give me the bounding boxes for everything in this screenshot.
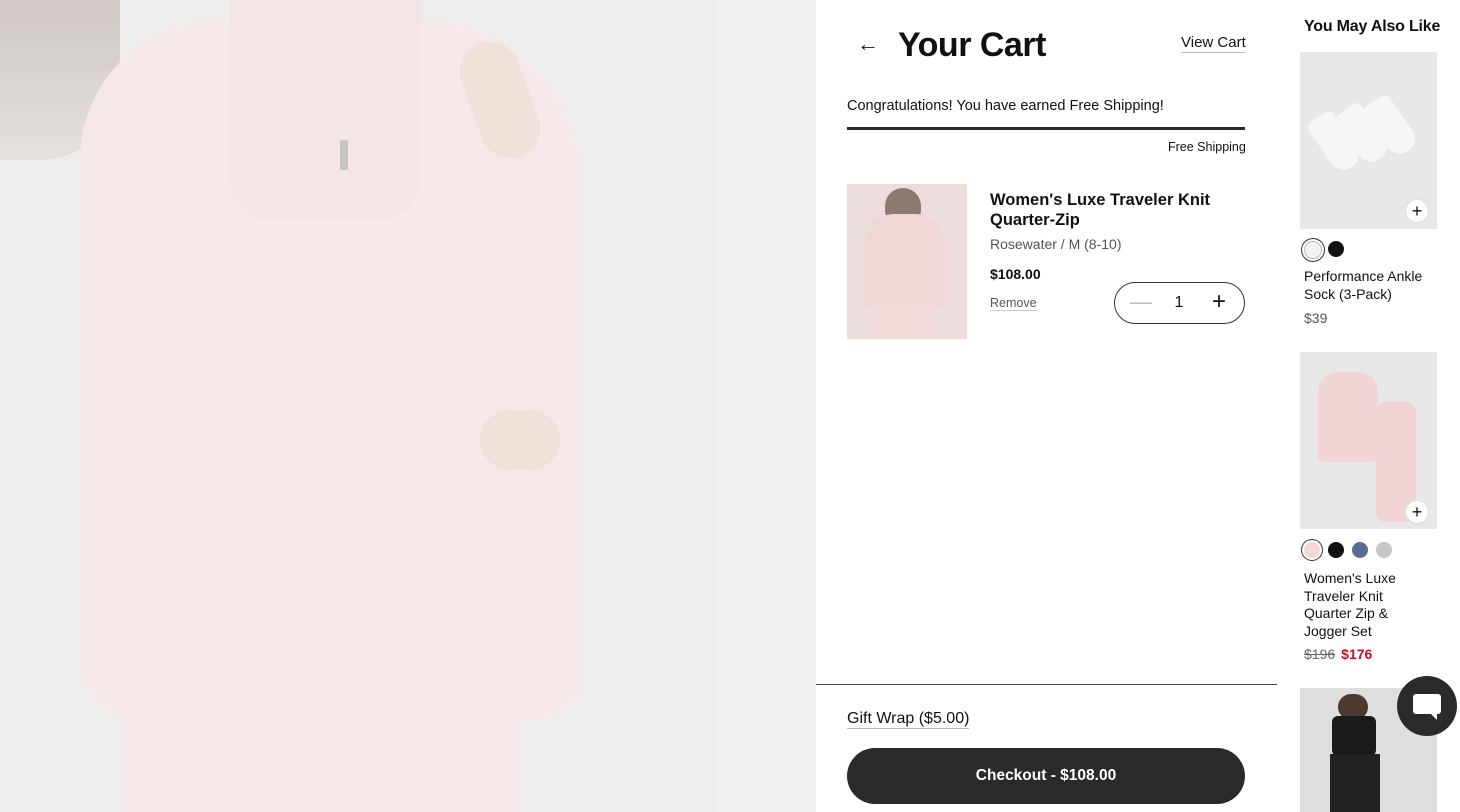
free-shipping-message: Congratulations! You have earned Free Sh…	[847, 98, 1164, 114]
color-swatch[interactable]	[1352, 542, 1368, 558]
original-price: $196	[1304, 646, 1336, 662]
gift-wrap-link[interactable]: Gift Wrap ($5.00)	[847, 710, 970, 729]
image-leggings	[1330, 754, 1380, 812]
image-tank-top	[1332, 716, 1376, 756]
free-shipping-progress-bar	[847, 127, 1245, 130]
cart-footer-divider	[816, 684, 1277, 685]
quantity-value: 1	[1174, 294, 1184, 311]
overlay-scrim[interactable]	[0, 0, 816, 812]
checkout-button[interactable]: Checkout - $108.00	[847, 748, 1245, 804]
arrow-left-icon[interactable]: ←	[856, 32, 880, 56]
color-swatch[interactable]	[1304, 241, 1322, 259]
color-swatch[interactable]	[1328, 241, 1344, 257]
color-swatch[interactable]	[1376, 542, 1392, 558]
product-hero-image	[0, 0, 816, 812]
plus-icon[interactable]: +	[1207, 290, 1231, 314]
recommendation-price: $196 $176	[1304, 646, 1372, 662]
cart-item-image[interactable]	[847, 184, 967, 339]
chat-icon[interactable]	[1397, 676, 1457, 736]
color-swatch[interactable]	[1328, 542, 1344, 558]
view-cart-link[interactable]: View Cart	[1181, 34, 1246, 53]
recommendations-title: You May Also Like	[1304, 18, 1441, 35]
image-sweater	[1318, 372, 1378, 462]
cart-item-name[interactable]: Women's Luxe Traveler Knit Quarter-Zip	[990, 190, 1220, 230]
quantity-stepper: — 1 +	[1114, 282, 1245, 324]
minus-icon[interactable]: —	[1129, 291, 1153, 315]
cart-item-price: $108.00	[990, 266, 1041, 282]
chat-bubble-shape	[1413, 694, 1441, 714]
free-shipping-progress-label: Free Shipping	[1168, 140, 1246, 154]
recommendation-name[interactable]: Women's Luxe Traveler Knit Quarter Zip &…	[1304, 570, 1414, 640]
sale-price: $176	[1341, 646, 1373, 662]
recommendation-price: $39	[1304, 310, 1328, 326]
cart-title: Your Cart	[898, 26, 1046, 64]
chat-bubble-tail	[1429, 712, 1437, 720]
cart-item-variant: Rosewater / M (8-10)	[990, 236, 1122, 252]
remove-item-button[interactable]: Remove	[990, 296, 1037, 311]
recommendation-name[interactable]: Performance Ankle Sock (3-Pack)	[1304, 268, 1439, 303]
image-sweater	[865, 214, 945, 309]
quick-add-plus-icon[interactable]: +	[1405, 199, 1429, 223]
color-swatch[interactable]	[1304, 542, 1320, 558]
image-pants	[873, 304, 935, 339]
quick-add-plus-icon[interactable]: +	[1405, 500, 1429, 524]
